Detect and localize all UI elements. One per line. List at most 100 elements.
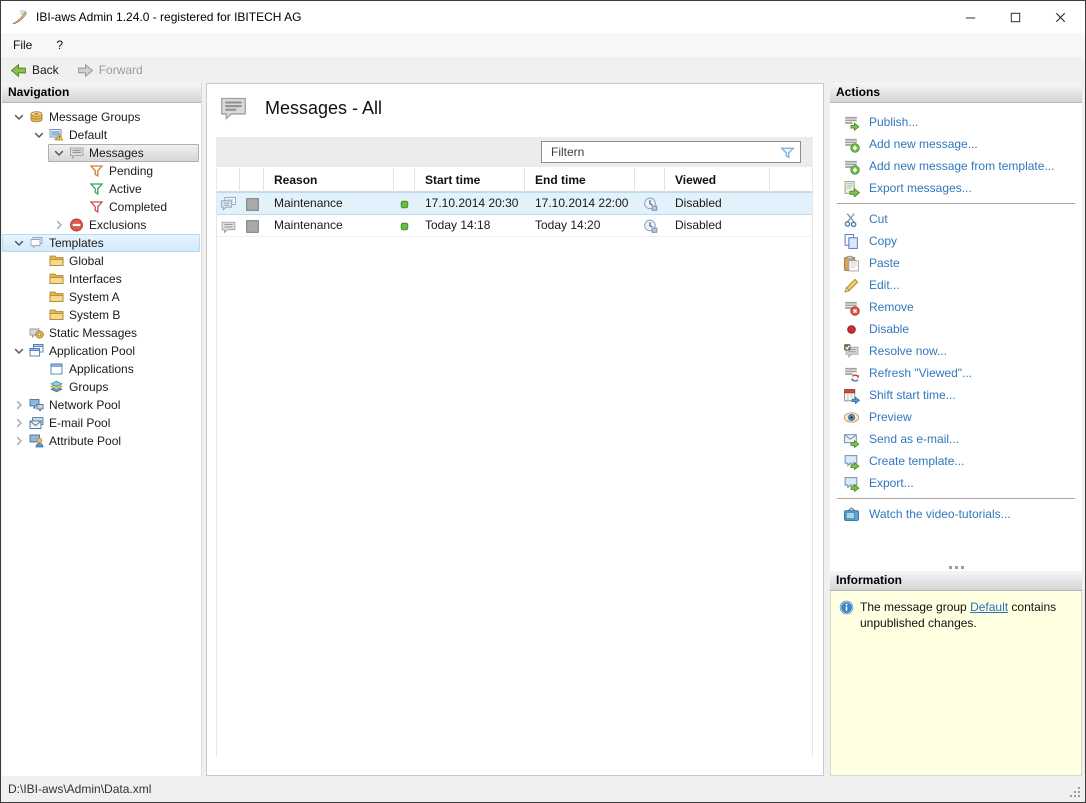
table-row[interactable]: Maintenance 17.10.2014 20:30 17.10.2014 … xyxy=(217,192,812,215)
action-label: Publish... xyxy=(869,115,919,129)
messages-icon xyxy=(68,145,85,161)
tree-item-system-a[interactable]: System A xyxy=(2,288,201,306)
action-disable[interactable]: Disable xyxy=(830,318,1082,340)
edit-pencil-icon xyxy=(843,277,860,294)
viewed-clock-icon xyxy=(642,196,659,213)
action-remove[interactable]: Remove xyxy=(830,296,1082,318)
chevron-down-icon[interactable] xyxy=(30,127,48,143)
color-square-icon xyxy=(244,196,261,213)
chevron-right-icon[interactable] xyxy=(50,217,68,233)
action-label: Preview xyxy=(869,410,912,424)
tree-item-attribute-pool[interactable]: Attribute Pool xyxy=(2,432,201,450)
back-button[interactable]: Back xyxy=(1,58,68,82)
cut-icon xyxy=(843,211,860,228)
action-copy[interactable]: Copy xyxy=(830,230,1082,252)
action-watch-tutorials[interactable]: Watch the video-tutorials... xyxy=(830,503,1082,525)
tree-item-network-pool[interactable]: Network Pool xyxy=(2,396,201,414)
menu-file[interactable]: File xyxy=(1,33,44,57)
tree-item-default[interactable]: Default xyxy=(2,126,201,144)
cell-reason: Maintenance xyxy=(274,218,343,232)
column-reason[interactable]: Reason xyxy=(264,168,394,192)
statusbar-path: D:\IBI-aws\Admin\Data.xml xyxy=(8,782,152,796)
add-message-icon xyxy=(843,158,860,175)
tree-item-global[interactable]: Global xyxy=(2,252,201,270)
tree-item-label: Global xyxy=(69,254,104,268)
action-send-as-email[interactable]: Send as e-mail... xyxy=(830,428,1082,450)
tree-item-applications[interactable]: Applications xyxy=(2,360,201,378)
forward-button[interactable]: Forward xyxy=(68,58,152,82)
close-button[interactable] xyxy=(1038,1,1083,33)
chevron-down-icon[interactable] xyxy=(10,235,28,251)
window-controls xyxy=(948,1,1083,33)
action-shift-start-time[interactable]: Shift start time... xyxy=(830,384,1082,406)
column-viewed[interactable]: Viewed xyxy=(665,168,770,192)
tree-item-messages[interactable]: Messages xyxy=(2,144,201,162)
minimize-button[interactable] xyxy=(948,1,993,33)
action-resolve-now[interactable]: Resolve now... xyxy=(830,340,1082,362)
maximize-button[interactable] xyxy=(993,1,1038,33)
action-label: Create template... xyxy=(869,454,965,468)
tree-item-exclusions[interactable]: Exclusions xyxy=(2,216,201,234)
panel-splitter-grip[interactable] xyxy=(830,566,1082,569)
column-viewed-icon[interactable] xyxy=(635,168,665,192)
action-export[interactable]: Export... xyxy=(830,472,1082,494)
filter-funnel-icon[interactable] xyxy=(779,144,796,161)
tree-item-interfaces[interactable]: Interfaces xyxy=(2,270,201,288)
table-header[interactable]: Reason Start time End time Viewed xyxy=(217,168,812,192)
tree-item-active[interactable]: Active xyxy=(2,180,201,198)
action-add-new-message[interactable]: Add new message... xyxy=(830,133,1082,155)
tree-item-label: Network Pool xyxy=(49,398,121,412)
tree-item-completed[interactable]: Completed xyxy=(2,198,201,216)
cell-start-time: 17.10.2014 20:30 xyxy=(425,196,519,210)
column-status[interactable] xyxy=(394,168,415,192)
tree-item-system-b[interactable]: System B xyxy=(2,306,201,324)
action-publish[interactable]: Publish... xyxy=(830,111,1082,133)
chevron-down-icon[interactable] xyxy=(50,145,68,161)
filter-input[interactable] xyxy=(542,145,779,159)
filter-box xyxy=(541,141,801,163)
chevron-right-icon[interactable] xyxy=(10,397,28,413)
tree-item-label: Active xyxy=(109,182,142,196)
default-group-link[interactable]: Default xyxy=(970,600,1008,614)
menu-help[interactable]: ? xyxy=(44,33,75,57)
action-preview[interactable]: Preview xyxy=(830,406,1082,428)
column-message-icon[interactable] xyxy=(217,168,240,192)
tree-item-templates[interactable]: Templates xyxy=(2,234,201,252)
tree-item-label: E-mail Pool xyxy=(49,416,111,430)
tree-item-pending[interactable]: Pending xyxy=(2,162,201,180)
tree-item-application-pool[interactable]: Application Pool xyxy=(2,342,201,360)
chevron-down-icon[interactable] xyxy=(10,109,28,125)
action-cut[interactable]: Cut xyxy=(830,208,1082,230)
column-start-time[interactable]: Start time xyxy=(415,168,525,192)
action-export-messages[interactable]: Export messages... xyxy=(830,177,1082,199)
refresh-icon xyxy=(843,365,860,382)
chevron-down-icon[interactable] xyxy=(10,343,28,359)
cell-viewed: Disabled xyxy=(675,196,722,210)
resize-grip[interactable] xyxy=(1068,785,1082,799)
status-dot-icon xyxy=(397,219,412,234)
actions-panel: Publish... Add new message... Add new me… xyxy=(830,103,1082,571)
tree-item-message-groups[interactable]: Message Groups xyxy=(2,108,201,126)
table-row[interactable]: Maintenance Today 14:18 Today 14:20 Disa… xyxy=(217,215,812,237)
action-add-from-template[interactable]: Add new message from template... xyxy=(830,155,1082,177)
attribute-pool-icon xyxy=(28,433,45,449)
tree-item-email-pool[interactable]: E-mail Pool xyxy=(2,414,201,432)
action-refresh-viewed[interactable]: Refresh "Viewed"... xyxy=(830,362,1082,384)
tree-item-label: Pending xyxy=(109,164,154,178)
tree-item-static-messages[interactable]: Static Messages xyxy=(2,324,201,342)
chevron-right-icon[interactable] xyxy=(10,433,28,449)
column-end-time[interactable]: End time xyxy=(525,168,635,192)
action-edit[interactable]: Edit... xyxy=(830,274,1082,296)
chevron-right-icon[interactable] xyxy=(10,415,28,431)
action-label: Shift start time... xyxy=(869,388,956,402)
column-color[interactable] xyxy=(240,168,264,192)
action-create-template[interactable]: Create template... xyxy=(830,450,1082,472)
information-panel: The message group Default contains unpub… xyxy=(830,591,1082,776)
tree-item-groups[interactable]: Groups xyxy=(2,378,201,396)
action-paste[interactable]: Paste xyxy=(830,252,1082,274)
